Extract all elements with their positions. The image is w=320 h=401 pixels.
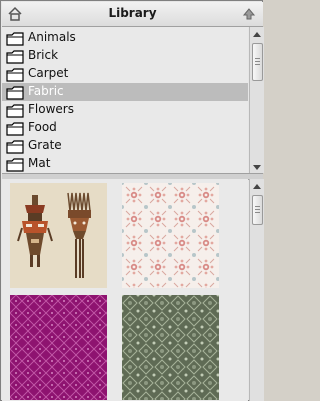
folder-icon: [6, 49, 24, 64]
thumbnail-pink-floral-tile[interactable]: [122, 183, 219, 288]
folder-label: Animals: [28, 30, 76, 44]
scroll-down-icon[interactable]: [250, 159, 264, 173]
up-arrow-icon[interactable]: [241, 6, 257, 22]
folder-item-flowers[interactable]: Flowers: [2, 101, 248, 119]
folder-label: Flowers: [28, 102, 74, 116]
folder-item-carpet[interactable]: Carpet: [2, 65, 248, 83]
folder-label: Mat: [28, 156, 51, 170]
folder-list: Animals Brick Carpet Fabric Flowers Food Grate…: [2, 27, 248, 173]
folder-icon: [6, 31, 24, 46]
folder-icon: [6, 139, 24, 154]
folder-item-food[interactable]: Food: [2, 119, 248, 137]
folder-item-animals[interactable]: Animals: [2, 29, 248, 47]
folder-item-brick[interactable]: Brick: [2, 47, 248, 65]
thumbnail-green-damask[interactable]: [122, 295, 219, 400]
panel-title: Library: [108, 6, 157, 20]
scroll-up-icon[interactable]: [250, 27, 264, 41]
thumbnail-grid: [2, 179, 248, 401]
folder-icon: [6, 85, 24, 100]
thumbnail-grid-scrollbar[interactable]: [249, 179, 264, 401]
folder-item-fabric[interactable]: Fabric: [2, 83, 248, 101]
title-bar: Library: [2, 2, 263, 27]
folder-icon: [6, 103, 24, 118]
library-panel: Library Animals Brick Carpet Fabric Flowers F…: [0, 0, 264, 401]
scroll-up-icon[interactable]: [250, 179, 264, 193]
folder-label: Brick: [28, 48, 59, 62]
thumbnail-grid-scroll-thumb[interactable]: [252, 195, 263, 225]
folder-item-mat[interactable]: Mat: [2, 155, 248, 173]
folder-list-scrollbar[interactable]: [249, 27, 264, 173]
thumbnail-magenta-lattice[interactable]: [10, 295, 107, 400]
folder-label: Food: [28, 120, 57, 134]
folder-icon: [6, 121, 24, 136]
folder-label: Grate: [28, 138, 62, 152]
folder-icon: [6, 67, 24, 82]
folder-list-scroll-thumb[interactable]: [252, 43, 263, 81]
folder-label: Fabric: [28, 84, 64, 98]
folder-icon: [6, 157, 24, 172]
folder-label: Carpet: [28, 66, 69, 80]
folder-item-grate[interactable]: Grate: [2, 137, 248, 155]
thumbnail-african-masks[interactable]: [10, 183, 107, 288]
